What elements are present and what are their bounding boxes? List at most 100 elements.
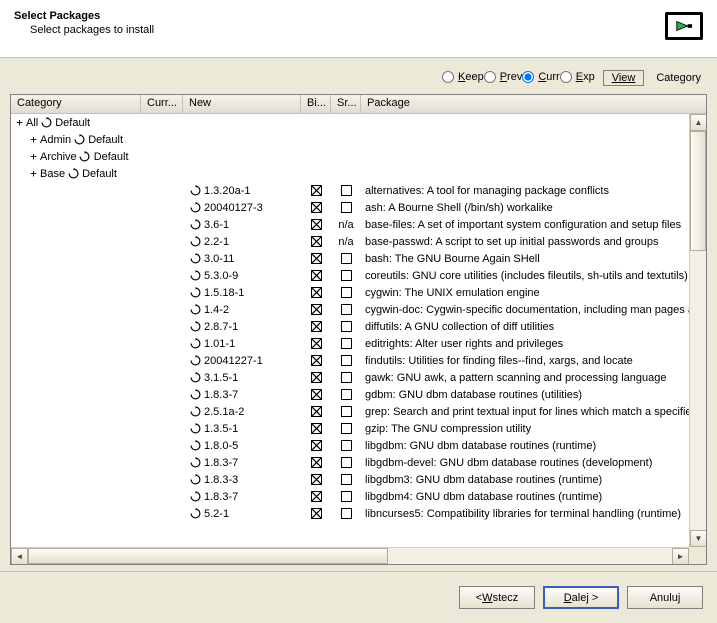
src-checkbox[interactable] <box>341 389 352 400</box>
cycle-icon[interactable] <box>40 117 52 129</box>
cycle-icon[interactable] <box>67 168 79 180</box>
src-checkbox[interactable] <box>341 270 352 281</box>
cycle-icon[interactable] <box>189 491 201 503</box>
src-checkbox[interactable] <box>341 440 352 451</box>
radio-curr[interactable]: Curr <box>522 71 559 83</box>
new-version: 1.8.3-7 <box>204 491 238 503</box>
scroll-up-icon[interactable]: ▲ <box>690 114 706 131</box>
tree-row-admin[interactable]: +AdminDefault <box>11 131 689 148</box>
bin-checkbox[interactable] <box>311 185 322 196</box>
cycle-icon[interactable] <box>73 134 85 146</box>
cycle-icon[interactable] <box>189 185 201 197</box>
tree-row-base[interactable]: +BaseDefault <box>11 165 689 182</box>
bin-checkbox[interactable] <box>311 219 322 230</box>
src-checkbox[interactable] <box>341 287 352 298</box>
cycle-icon[interactable] <box>189 457 201 469</box>
cycle-icon[interactable] <box>189 253 201 265</box>
bin-checkbox[interactable] <box>311 491 322 502</box>
back-button[interactable]: < Wstecz <box>459 586 535 609</box>
bin-checkbox[interactable] <box>311 270 322 281</box>
cycle-icon[interactable] <box>189 270 201 282</box>
bin-checkbox[interactable] <box>311 338 322 349</box>
col-src[interactable]: Sr... <box>331 95 361 113</box>
src-checkbox[interactable] <box>341 253 352 264</box>
bin-checkbox[interactable] <box>311 287 322 298</box>
col-current[interactable]: Curr... <box>141 95 183 113</box>
scroll-down-icon[interactable]: ▼ <box>690 530 706 547</box>
src-checkbox[interactable] <box>341 423 352 434</box>
col-bin[interactable]: Bi... <box>301 95 331 113</box>
next-button[interactable]: Dalej > <box>543 586 619 609</box>
bin-checkbox[interactable] <box>311 304 322 315</box>
src-checkbox[interactable] <box>341 491 352 502</box>
expand-icon[interactable]: + <box>15 116 24 129</box>
cycle-icon[interactable] <box>189 355 201 367</box>
cycle-icon[interactable] <box>189 423 201 435</box>
vertical-scrollbar[interactable]: ▲ ▼ <box>689 114 706 547</box>
cycle-icon[interactable] <box>79 151 91 163</box>
cycle-icon[interactable] <box>189 287 201 299</box>
src-checkbox[interactable] <box>341 355 352 366</box>
view-button[interactable]: View <box>603 70 645 86</box>
table-row: 1.01-1editrights: Alter user rights and … <box>11 335 689 352</box>
scroll-left-icon[interactable]: ◄ <box>11 548 28 564</box>
radio-input-curr[interactable] <box>522 71 534 83</box>
src-checkbox[interactable] <box>341 372 352 383</box>
bin-checkbox[interactable] <box>311 457 322 468</box>
bin-checkbox[interactable] <box>311 236 322 247</box>
cycle-icon[interactable] <box>189 389 201 401</box>
src-checkbox[interactable] <box>341 202 352 213</box>
horizontal-scrollbar[interactable]: ◄ ► <box>11 547 689 564</box>
bin-checkbox[interactable] <box>311 372 322 383</box>
expand-icon[interactable]: + <box>29 150 38 163</box>
radio-input-keep[interactable] <box>442 71 454 83</box>
bin-checkbox[interactable] <box>311 406 322 417</box>
src-checkbox[interactable] <box>341 508 352 519</box>
cycle-icon[interactable] <box>189 508 201 520</box>
cycle-icon[interactable] <box>189 338 201 350</box>
cycle-icon[interactable] <box>189 219 201 231</box>
scroll-thumb-v[interactable] <box>690 131 706 251</box>
new-version: 1.8.0-5 <box>204 440 238 452</box>
src-checkbox[interactable] <box>341 185 352 196</box>
expand-icon[interactable]: + <box>29 133 38 146</box>
cycle-icon[interactable] <box>189 304 201 316</box>
src-checkbox[interactable] <box>341 406 352 417</box>
cancel-button[interactable]: Anuluj <box>627 586 703 609</box>
cycle-icon[interactable] <box>189 474 201 486</box>
tree-row-archive[interactable]: +ArchiveDefault <box>11 148 689 165</box>
src-checkbox[interactable] <box>341 457 352 468</box>
cycle-icon[interactable] <box>189 440 201 452</box>
radio-input-exp[interactable] <box>560 71 572 83</box>
col-new[interactable]: New <box>183 95 301 113</box>
package-desc: editrights: Alter user rights and privil… <box>361 338 689 350</box>
bin-checkbox[interactable] <box>311 423 322 434</box>
radio-prev[interactable]: Prev <box>484 71 523 83</box>
bin-checkbox[interactable] <box>311 355 322 366</box>
cycle-icon[interactable] <box>189 372 201 384</box>
bin-checkbox[interactable] <box>311 202 322 213</box>
src-checkbox[interactable] <box>341 321 352 332</box>
scroll-thumb-h[interactable] <box>28 548 388 564</box>
radio-exp[interactable]: Exp <box>560 71 595 83</box>
cycle-icon[interactable] <box>189 236 201 248</box>
radio-input-prev[interactable] <box>484 71 496 83</box>
bin-checkbox[interactable] <box>311 321 322 332</box>
cycle-icon[interactable] <box>189 406 201 418</box>
cycle-icon[interactable] <box>189 321 201 333</box>
tree-row-all[interactable]: +AllDefault <box>11 114 689 131</box>
col-package[interactable]: Package <box>361 95 706 113</box>
bin-checkbox[interactable] <box>311 253 322 264</box>
expand-icon[interactable]: + <box>29 167 38 180</box>
src-checkbox[interactable] <box>341 304 352 315</box>
bin-checkbox[interactable] <box>311 474 322 485</box>
cycle-icon[interactable] <box>189 202 201 214</box>
src-checkbox[interactable] <box>341 338 352 349</box>
bin-checkbox[interactable] <box>311 389 322 400</box>
src-checkbox[interactable] <box>341 474 352 485</box>
radio-keep[interactable]: Keep <box>442 71 484 83</box>
bin-checkbox[interactable] <box>311 440 322 451</box>
col-category[interactable]: Category <box>11 95 141 113</box>
bin-checkbox[interactable] <box>311 508 322 519</box>
scroll-right-icon[interactable]: ► <box>672 548 689 564</box>
